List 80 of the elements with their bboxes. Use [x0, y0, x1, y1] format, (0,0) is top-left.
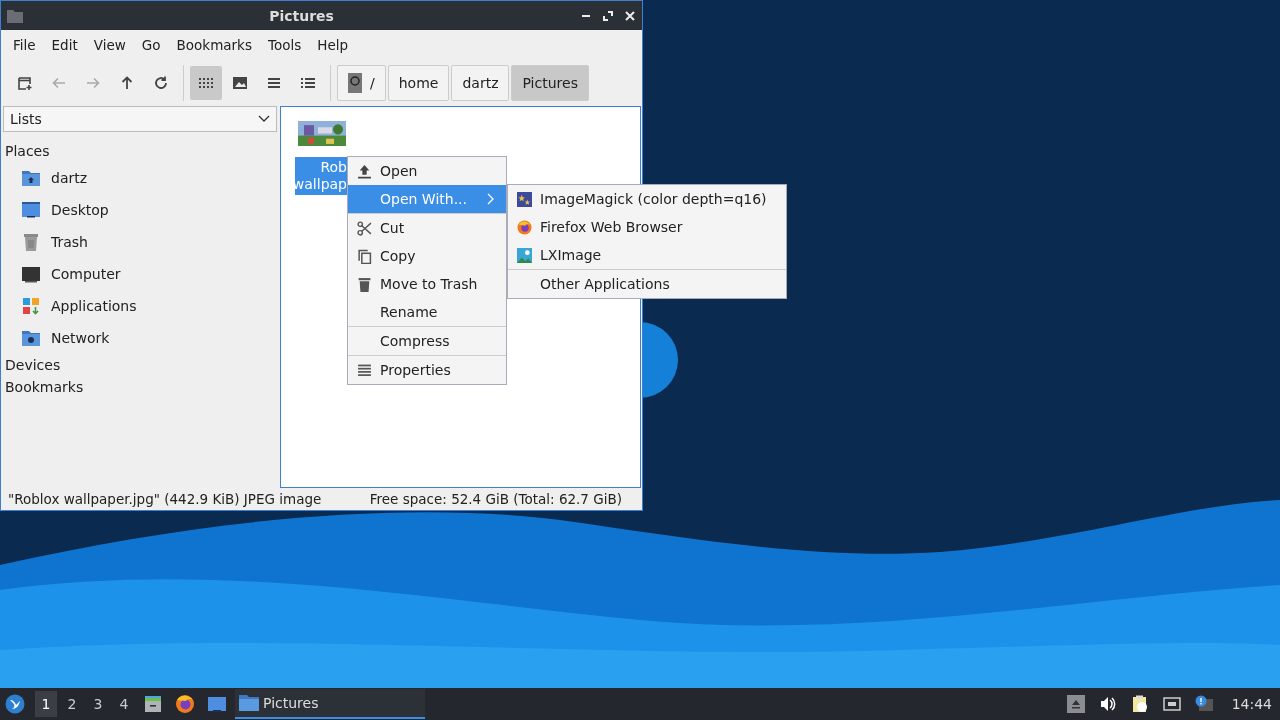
menu-item[interactable]: Edit	[43, 37, 86, 53]
section-header[interactable]: Places	[3, 140, 278, 162]
menu-item[interactable]: Rename	[348, 298, 506, 326]
notification-icon[interactable]	[1194, 695, 1213, 713]
image-icon	[516, 247, 532, 263]
task-button[interactable]: Pictures	[235, 689, 425, 719]
star-icon	[516, 191, 532, 207]
workspace-button[interactable]: 2	[61, 691, 83, 717]
icons-view-button[interactable]	[190, 66, 222, 100]
eject-icon[interactable]	[1066, 695, 1085, 713]
menu-item[interactable]: File	[5, 37, 44, 53]
place-item[interactable]: Desktop	[3, 194, 278, 226]
menu-item[interactable]: Bookmarks	[168, 37, 260, 53]
menu-item[interactable]: Compress	[348, 327, 506, 355]
folder-icon	[7, 8, 23, 23]
place-item[interactable]: dartz	[3, 162, 278, 194]
maximize-icon[interactable]	[602, 9, 614, 22]
menu-item[interactable]: Properties	[348, 356, 506, 384]
place-item[interactable]: Computer	[3, 258, 278, 290]
path-button[interactable]: home	[387, 65, 450, 101]
firefox-icon[interactable]	[175, 694, 195, 714]
status-text: "Roblox wallpaper.jpg" (442.9 KiB) JPEG image	[8, 491, 322, 507]
new-window-icon	[17, 75, 33, 91]
menu-item[interactable]: Open	[348, 157, 506, 185]
menu-item[interactable]: Move to Trash	[348, 270, 506, 298]
free-space-text: Free space: 52.4 GiB (Total: 62.7 GiB)	[369, 491, 622, 507]
trash-icon	[356, 276, 372, 292]
close-icon[interactable]	[624, 9, 636, 22]
applications-icon	[21, 296, 41, 316]
computer-icon	[21, 264, 41, 284]
menu-item[interactable]: LXImage	[508, 241, 786, 269]
forward-arrow-icon	[85, 75, 101, 91]
lines-icon	[266, 75, 282, 91]
drive-icon	[348, 73, 362, 93]
network-icon[interactable]	[1162, 695, 1181, 713]
section-header[interactable]: Bookmarks	[3, 376, 278, 398]
menu-item[interactable]: Cut	[348, 214, 506, 242]
caret-icon	[258, 115, 270, 123]
list-icon	[356, 362, 372, 378]
menu-item[interactable]: Copy	[348, 242, 506, 270]
folder-icon	[239, 695, 259, 711]
desktop-icon	[21, 200, 41, 220]
clipboard-icon[interactable]	[1130, 695, 1149, 713]
home-icon	[21, 168, 41, 188]
menu-item[interactable]: Go	[133, 37, 169, 53]
place-item[interactable]: Trash	[3, 226, 278, 258]
network-icon	[21, 328, 41, 348]
workspace-button[interactable]: 3	[87, 691, 109, 717]
desktop-icon[interactable]	[207, 694, 227, 714]
trash-icon	[21, 232, 41, 252]
reload-icon	[153, 75, 169, 91]
menu-item[interactable]: Firefox Web Browser	[508, 213, 786, 241]
scissors-icon	[356, 220, 372, 236]
image-icon	[232, 75, 248, 91]
window-title: Pictures	[268, 7, 335, 24]
section-header[interactable]: Devices	[3, 354, 278, 376]
workspace-button[interactable]: 4	[113, 691, 135, 717]
up-arrow-icon	[119, 75, 135, 91]
copy-icon	[356, 248, 372, 264]
grid-icon	[198, 75, 214, 91]
volume-icon[interactable]	[1098, 695, 1117, 713]
clock: 14:44	[1231, 696, 1272, 712]
firefox-icon	[516, 219, 532, 235]
workspace-button[interactable]: 1	[35, 691, 57, 717]
menu-item[interactable]: Tools	[259, 37, 310, 53]
start-menu-icon[interactable]	[5, 694, 25, 714]
place-item[interactable]: Applications	[3, 290, 278, 322]
path-button[interactable]: dartz	[451, 65, 510, 101]
back-arrow-icon	[51, 75, 67, 91]
menu-item[interactable]: Other Applications	[508, 270, 786, 298]
menu-item[interactable]: Help	[309, 37, 356, 53]
list-icon	[300, 75, 316, 91]
menu-item[interactable]: ImageMagick (color depth=q16)	[508, 185, 786, 213]
file-cabinet-icon[interactable]	[143, 694, 163, 714]
upload-icon	[356, 163, 372, 179]
path-button[interactable]: Pictures	[511, 65, 589, 101]
menu-item[interactable]: View	[85, 37, 134, 53]
path-button[interactable]: /	[337, 65, 386, 101]
place-item[interactable]: Network	[3, 322, 278, 354]
side-pane-dropdown[interactable]: Lists	[3, 106, 277, 132]
